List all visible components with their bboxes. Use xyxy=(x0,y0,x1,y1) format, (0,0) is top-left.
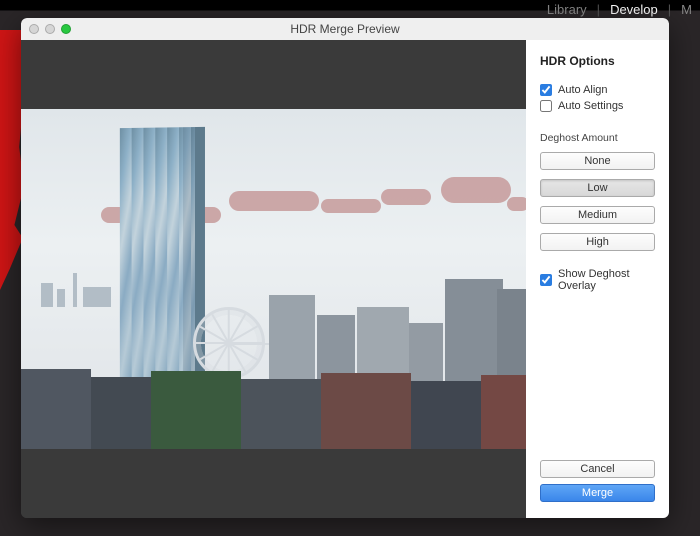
auto-settings-label: Auto Settings xyxy=(558,100,623,112)
deghost-high-button[interactable]: High xyxy=(540,233,655,251)
auto-align-label: Auto Align xyxy=(558,84,608,96)
preview-pane xyxy=(21,40,526,518)
preview-building xyxy=(120,127,195,379)
deghost-label: Deghost Amount xyxy=(540,132,655,144)
show-deghost-overlay-input[interactable] xyxy=(540,274,552,286)
preview-building xyxy=(73,273,77,307)
preview-rooftop xyxy=(321,373,411,449)
auto-settings-input[interactable] xyxy=(540,100,552,112)
cancel-button[interactable]: Cancel xyxy=(540,460,655,478)
auto-settings-checkbox[interactable]: Auto Settings xyxy=(540,100,655,112)
preview-rooftop xyxy=(241,379,321,449)
menu-separator: | xyxy=(668,2,671,17)
options-heading: HDR Options xyxy=(540,54,655,68)
module-switcher: Library | Develop | M xyxy=(547,0,700,18)
deghost-none-button[interactable]: None xyxy=(540,152,655,170)
merge-button[interactable]: Merge xyxy=(540,484,655,502)
maximize-icon[interactable] xyxy=(61,24,71,34)
menu-map-truncated[interactable]: M xyxy=(681,2,692,17)
preview-rooftop xyxy=(151,371,241,449)
menu-separator: | xyxy=(597,2,600,17)
preview-image xyxy=(21,109,526,449)
preview-building xyxy=(41,283,53,307)
minimize-icon[interactable] xyxy=(45,24,55,34)
deghost-overlay-region xyxy=(441,177,511,203)
dialog-content: HDR Options Auto Align Auto Settings Deg… xyxy=(21,40,669,518)
window-controls xyxy=(29,24,71,34)
hdr-options-panel: HDR Options Auto Align Auto Settings Deg… xyxy=(526,40,669,518)
preview-rooftop xyxy=(91,377,151,449)
preview-building xyxy=(269,295,315,385)
deghost-overlay-region xyxy=(229,191,319,211)
preview-building xyxy=(497,289,526,389)
preview-ferris-wheel xyxy=(193,307,265,379)
preview-building xyxy=(445,279,503,389)
preview-rooftop xyxy=(411,381,481,449)
preview-rooftop xyxy=(481,375,526,449)
close-icon[interactable] xyxy=(29,24,39,34)
deghost-overlay-region xyxy=(321,199,381,213)
dialog-title: HDR Merge Preview xyxy=(21,22,669,36)
deghost-low-button[interactable]: Low xyxy=(540,179,655,197)
auto-align-checkbox[interactable]: Auto Align xyxy=(540,84,655,96)
show-deghost-overlay-label: Show Deghost Overlay xyxy=(558,268,655,292)
menu-develop[interactable]: Develop xyxy=(610,2,658,17)
deghost-overlay-region xyxy=(381,189,431,205)
deghost-medium-button[interactable]: Medium xyxy=(540,206,655,224)
menu-library[interactable]: Library xyxy=(547,2,587,17)
preview-building xyxy=(57,289,65,307)
titlebar: HDR Merge Preview xyxy=(21,18,669,40)
deghost-overlay-region xyxy=(507,197,526,211)
hdr-merge-dialog: HDR Merge Preview xyxy=(21,18,669,518)
auto-align-input[interactable] xyxy=(540,84,552,96)
preview-building xyxy=(83,287,111,307)
preview-building xyxy=(409,323,443,385)
preview-rooftop xyxy=(21,369,91,449)
show-deghost-overlay-checkbox[interactable]: Show Deghost Overlay xyxy=(540,268,655,292)
